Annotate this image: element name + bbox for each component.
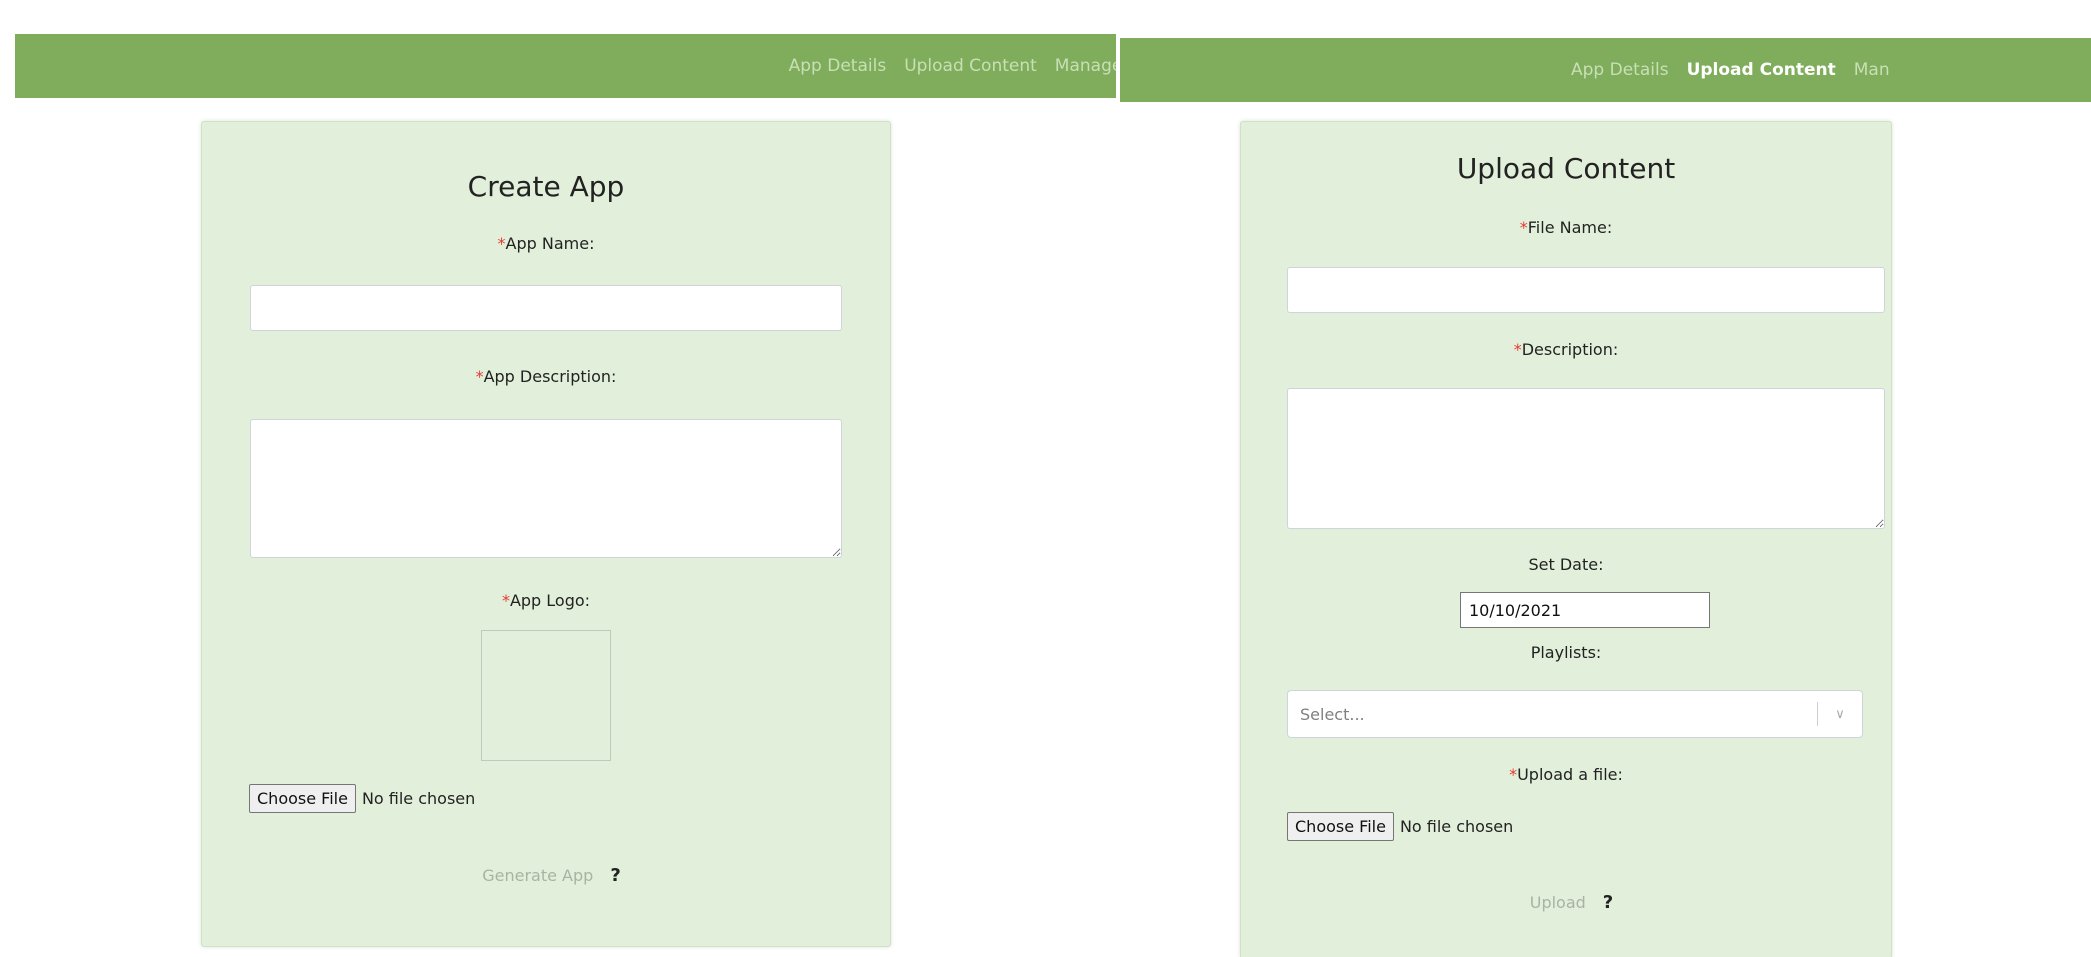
app-description-label-text: App Description: <box>483 367 617 386</box>
file-name-label: *File Name: <box>1241 218 1891 237</box>
upload-content-form: Upload Content *File Name: *Description:… <box>1240 121 1892 957</box>
choose-file-button[interactable]: Choose File <box>1287 812 1394 841</box>
top-navbar: App Details Upload Content Manage Co <box>15 34 1116 98</box>
upload-content-screen: App Details Upload Content Man Upload Co… <box>1116 0 2091 957</box>
app-description-label: *App Description: <box>202 367 890 386</box>
date-input[interactable] <box>1460 592 1710 628</box>
file-status: No file chosen <box>361 789 476 808</box>
choose-file-button[interactable]: Choose File <box>249 784 356 813</box>
file-name-input[interactable] <box>1287 267 1885 313</box>
nav-upload-content[interactable]: Upload Content <box>1687 60 1836 80</box>
generate-app-button[interactable]: Generate App <box>471 859 604 892</box>
upload-file-label-text: Upload a file: <box>1517 765 1623 784</box>
chevron-down-icon[interactable]: ∨ <box>1818 707 1862 722</box>
create-app-form: Create App *App Name: *App Description: … <box>201 121 891 947</box>
required-mark: * <box>501 591 510 610</box>
upload-file-label: *Upload a file: <box>1241 765 1891 784</box>
file-name-label-text: File Name: <box>1527 218 1613 237</box>
required-mark: * <box>1513 340 1522 359</box>
file-status: No file chosen <box>1399 817 1514 836</box>
help-icon[interactable]: ? <box>1603 892 1613 913</box>
create-app-screen: App Details Upload Content Manage Co Cre… <box>0 0 1116 957</box>
nav-app-details[interactable]: App Details <box>1571 60 1669 80</box>
description-label-text: Description: <box>1521 340 1619 359</box>
nav-links: App Details Upload Content Manage Co <box>789 56 1116 76</box>
required-mark: * <box>1509 765 1518 784</box>
app-name-input[interactable] <box>250 285 842 331</box>
top-navbar: App Details Upload Content Man <box>1120 38 2091 102</box>
submit-row: Generate App ? <box>202 859 890 892</box>
nav-manage-content[interactable]: Man <box>1854 60 1890 80</box>
nav-manage-content[interactable]: Manage Co <box>1055 56 1116 76</box>
set-date-label: Set Date: <box>1528 555 1604 574</box>
app-description-input[interactable] <box>250 419 842 558</box>
upload-button[interactable]: Upload <box>1519 886 1597 919</box>
required-mark: * <box>497 234 506 253</box>
form-title: Create App <box>467 170 625 203</box>
required-mark: * <box>475 367 484 386</box>
playlists-select[interactable]: Select... ∨ <box>1287 690 1863 738</box>
logo-file-picker: Choose File No file chosen <box>249 784 475 813</box>
description-label: *Description: <box>1241 340 1891 359</box>
submit-row: Upload ? <box>1241 886 1891 919</box>
logo-preview-box <box>481 630 611 761</box>
content-file-picker: Choose File No file chosen <box>1287 812 1513 841</box>
nav-upload-content[interactable]: Upload Content <box>904 56 1037 76</box>
playlists-label: Playlists: <box>1530 643 1602 662</box>
app-name-label: *App Name: <box>202 234 890 253</box>
playlists-placeholder: Select... <box>1300 704 1365 724</box>
app-logo-label: *App Logo: <box>202 591 890 610</box>
app-logo-label-text: App Logo: <box>509 591 591 610</box>
help-icon[interactable]: ? <box>610 865 620 886</box>
required-mark: * <box>1519 218 1528 237</box>
nav-links: App Details Upload Content Man <box>1571 60 1890 80</box>
form-title: Upload Content <box>1456 152 1676 185</box>
description-input[interactable] <box>1287 388 1885 529</box>
nav-app-details[interactable]: App Details <box>789 56 887 76</box>
app-name-label-text: App Name: <box>505 234 595 253</box>
